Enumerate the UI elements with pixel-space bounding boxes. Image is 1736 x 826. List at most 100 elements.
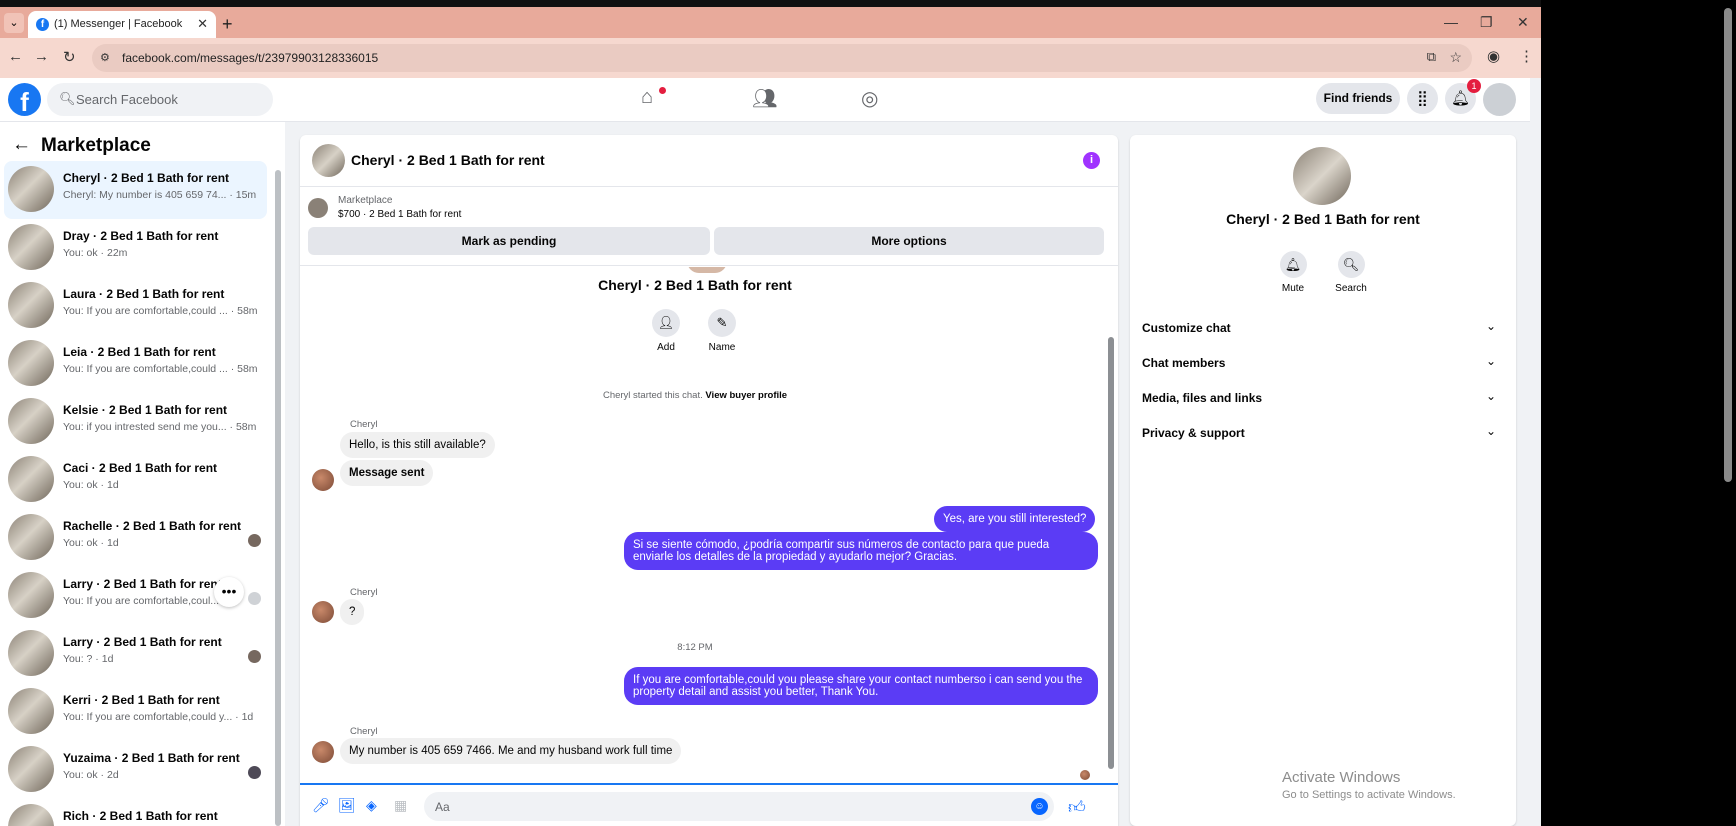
microphone-icon[interactable]: 🎤︎ <box>312 797 330 814</box>
sender-avatar[interactable] <box>312 469 334 491</box>
view-buyer-profile-link[interactable]: View buyer profile <box>705 390 787 401</box>
conversation-item[interactable]: Kerri · 2 Bed 1 Bath for rent You: If yo… <box>4 683 267 741</box>
conversation-name: Caci · 2 Bed 1 Bath for rent <box>63 461 218 475</box>
photo-icon[interactable]: 🖼︎ <box>338 797 356 814</box>
gif-icon[interactable]: ▦ <box>394 797 407 814</box>
new-tab-icon[interactable]: + <box>222 14 233 35</box>
conversation-item[interactable]: Leia · 2 Bed 1 Bath for rent You: If you… <box>4 335 267 393</box>
chevron-down-icon: ⌄ <box>1485 389 1496 403</box>
groups-icon[interactable]: ◎ <box>861 86 878 111</box>
chat-started-note: Cheryl started this chat. View buyer pro… <box>300 390 1090 401</box>
reload-icon[interactable]: ↻ <box>63 48 76 66</box>
chat-scrollbar[interactable] <box>1106 267 1116 783</box>
account-avatar[interactable] <box>1483 83 1516 116</box>
conversation-preview: You: ok · 1d <box>63 479 119 491</box>
media-files-links-section[interactable]: Media, files and links ⌄ <box>1142 383 1504 413</box>
facebook-favicon-icon: f <box>36 18 49 31</box>
conversation-item[interactable]: Laura · 2 Bed 1 Bath for rent You: If yo… <box>4 277 267 335</box>
chat-title[interactable]: Cheryl · 2 Bed 1 Bath for rent <box>351 152 545 168</box>
chat-info-panel: Cheryl · 2 Bed 1 Bath for rent 🔔︎ Mute 🔍… <box>1130 135 1516 826</box>
home-icon[interactable]: ⌂ <box>641 86 653 109</box>
chat-members-section[interactable]: Chat members ⌄ <box>1142 348 1504 378</box>
customize-chat-section[interactable]: Customize chat ⌄ <box>1142 313 1504 343</box>
sticker-icon[interactable]: ◈ <box>366 797 377 814</box>
add-action[interactable]: 👤︎ Add <box>636 309 696 353</box>
close-window-icon[interactable]: ✕ <box>1517 14 1529 31</box>
conversation-item[interactable]: Dray · 2 Bed 1 Bath for rent You: ok · 2… <box>4 219 267 277</box>
incoming-message[interactable]: Hello, is this still available? <box>340 432 495 458</box>
find-friends-button[interactable]: Find friends <box>1316 83 1400 114</box>
install-app-icon[interactable]: ⧉ <box>1427 49 1436 65</box>
more-options-icon[interactable]: ••• <box>214 577 244 607</box>
privacy-support-section[interactable]: Privacy & support ⌄ <box>1142 418 1504 448</box>
outgoing-message[interactable]: Yes, are you still interested? <box>934 506 1096 532</box>
conversation-item[interactable]: Caci · 2 Bed 1 Bath for rent You: ok · 1… <box>4 451 267 509</box>
back-arrow-icon[interactable]: ← <box>12 134 31 156</box>
listing-thumbnail <box>8 514 54 560</box>
conversation-item[interactable]: Larry · 2 Bed 1 Bath for rent You: ? · 1… <box>4 625 267 683</box>
incoming-message[interactable]: Message sent <box>340 460 434 486</box>
close-tab-icon[interactable]: ✕ <box>197 16 208 32</box>
sidebar-scrollbar[interactable] <box>273 162 283 826</box>
conversation-name: Rich · 2 Bed 1 Bath for rent <box>63 809 218 823</box>
outer-scrollbar[interactable] <box>1722 0 1734 826</box>
facebook-logo-icon[interactable]: f <box>8 83 41 117</box>
conversation-name: Kerri · 2 Bed 1 Bath for rent <box>63 693 220 707</box>
conversation-preview: You: ok · 1d <box>63 537 119 549</box>
tab-search-button[interactable]: ⌄ <box>4 13 24 33</box>
profile-avatar[interactable] <box>1293 147 1351 205</box>
listing-thumbnail <box>8 630 54 676</box>
marketplace-listing-bar: Marketplace $700 · 2 Bed 1 Bath for rent… <box>300 188 1118 266</box>
restore-icon[interactable]: ❐ <box>1480 14 1493 31</box>
omnibox[interactable]: ⚙ facebook.com/messages/t/23979903128336… <box>92 44 1472 72</box>
mute-action[interactable]: 🔔︎ Mute <box>1263 251 1323 294</box>
conversation-item[interactable]: Kelsie · 2 Bed 1 Bath for rent You: if y… <box>4 393 267 451</box>
message-input[interactable]: Aa ☺ <box>424 792 1054 821</box>
conversation-item[interactable]: Cheryl · 2 Bed 1 Bath for rent Cheryl: M… <box>4 161 267 219</box>
site-info-icon[interactable]: ⚙ <box>100 51 110 64</box>
sidebar-title: Marketplace <box>41 135 151 156</box>
chevron-down-icon: ⌄ <box>1485 424 1496 438</box>
chat-avatar[interactable] <box>312 144 345 177</box>
listing-title[interactable]: $700 · 2 Bed 1 Bath for rent <box>338 209 461 220</box>
desktop-background <box>1541 0 1736 826</box>
minimize-icon[interactable]: — <box>1444 14 1458 30</box>
apps-grid-icon[interactable]: ⣿ <box>1407 83 1438 114</box>
conversation-item[interactable]: Larry · 2 Bed 1 Bath for rent You: If yo… <box>4 567 267 625</box>
thumbs-up-icon[interactable]: 👍︎ <box>1068 797 1086 818</box>
conversation-item[interactable]: Rich · 2 Bed 1 Bath for rent <box>4 799 267 826</box>
search-icon: 🔍︎ <box>1337 251 1365 278</box>
sender-avatar[interactable] <box>312 601 334 623</box>
mark-as-pending-button[interactable]: Mark as pending <box>308 227 710 255</box>
conversation-preview: You: If you are comfortable,could ... · … <box>63 363 258 375</box>
emoji-icon[interactable]: ☺ <box>1031 798 1048 815</box>
menu-kebab-icon[interactable]: ⋮ <box>1519 47 1534 65</box>
more-options-button[interactable]: More options <box>714 227 1104 255</box>
name-action[interactable]: ✎ Name <box>692 309 752 353</box>
browser-tab[interactable]: f (1) Messenger | Facebook ✕ <box>28 11 216 38</box>
listing-thumbnail <box>8 804 54 826</box>
add-label: Add <box>657 342 675 353</box>
back-icon[interactable]: ← <box>8 48 23 65</box>
sender-avatar[interactable] <box>312 741 334 763</box>
search-action[interactable]: 🔍︎ Search <box>1321 251 1381 294</box>
outgoing-message[interactable]: Si se siente cómodo, ¿podría compartir s… <box>624 532 1098 570</box>
info-icon[interactable]: i <box>1083 152 1100 169</box>
conversation-preview: You: If you are comfortable,could ... · … <box>63 305 258 317</box>
conversation-item[interactable]: Rachelle · 2 Bed 1 Bath for rent You: ok… <box>4 509 267 567</box>
search-input[interactable]: 🔍︎ Search Facebook <box>47 83 273 116</box>
profile-icon[interactable]: ◉ <box>1487 47 1500 65</box>
url-text[interactable]: facebook.com/messages/t/2397990312833601… <box>122 51 378 65</box>
listing-thumbnail <box>8 746 54 792</box>
conversation-preview: You: ok · 22m <box>63 247 128 259</box>
page-scrollbar[interactable] <box>1530 78 1541 826</box>
bookmark-star-icon[interactable]: ☆ <box>1449 49 1462 66</box>
incoming-message[interactable]: My number is 405 659 7466. Me and my hus… <box>340 738 682 764</box>
incoming-message[interactable]: ? <box>340 599 365 625</box>
forward-icon[interactable]: → <box>34 48 49 65</box>
friends-icon[interactable]: 👥︎ <box>752 86 777 111</box>
conversation-item[interactable]: Yuzaima · 2 Bed 1 Bath for rent You: ok … <box>4 741 267 799</box>
outgoing-message[interactable]: If you are comfortable,could you please … <box>624 667 1098 705</box>
listing-thumbnail <box>8 282 54 328</box>
listing-thumbnail <box>8 166 54 212</box>
